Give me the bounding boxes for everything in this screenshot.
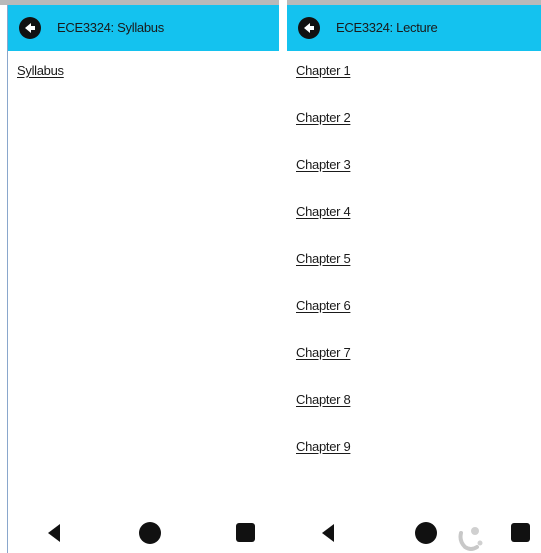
watermark-logo-icon	[458, 527, 483, 551]
page-title: ECE3324: Syllabus	[57, 20, 164, 35]
chapter-list: Chapter 1 Chapter 2 Chapter 3 Chapter 4 …	[296, 63, 351, 486]
back-button[interactable]	[19, 17, 41, 39]
nav-recent-icon[interactable]	[511, 523, 530, 542]
chapter-link[interactable]: Chapter 3	[296, 157, 351, 204]
syllabus-link[interactable]: Syllabus	[17, 63, 64, 110]
nav-back-icon[interactable]	[322, 524, 334, 542]
chapter-link[interactable]: Chapter 9	[296, 439, 351, 486]
back-button[interactable]	[298, 17, 320, 39]
app-bar: ECE3324: Lecture	[287, 5, 541, 51]
chapter-link[interactable]: Chapter 4	[296, 204, 351, 251]
screen-gap	[279, 0, 287, 5]
chapter-link[interactable]: Chapter 5	[296, 251, 351, 298]
nav-home-icon[interactable]	[415, 522, 437, 544]
app-bar: ECE3324: Syllabus	[8, 5, 279, 51]
system-nav-bar	[8, 512, 279, 553]
syllabus-screen: ECE3324: Syllabus Syllabus	[8, 5, 279, 553]
arrow-left-icon	[25, 23, 35, 33]
chapter-link[interactable]: Chapter 8	[296, 392, 351, 439]
nav-home-icon[interactable]	[139, 522, 161, 544]
link-list: Syllabus	[17, 63, 64, 110]
chapter-link[interactable]: Chapter 7	[296, 345, 351, 392]
system-nav-bar	[287, 512, 541, 553]
nav-recent-icon[interactable]	[236, 523, 255, 542]
arrow-left-icon	[304, 23, 314, 33]
page-title: ECE3324: Lecture	[336, 20, 438, 35]
nav-back-icon[interactable]	[48, 524, 60, 542]
chapter-link[interactable]: Chapter 6	[296, 298, 351, 345]
lecture-screen: ECE3324: Lecture Chapter 1 Chapter 2 Cha…	[287, 5, 541, 553]
chapter-link[interactable]: Chapter 2	[296, 110, 351, 157]
chapter-link[interactable]: Chapter 1	[296, 63, 351, 110]
